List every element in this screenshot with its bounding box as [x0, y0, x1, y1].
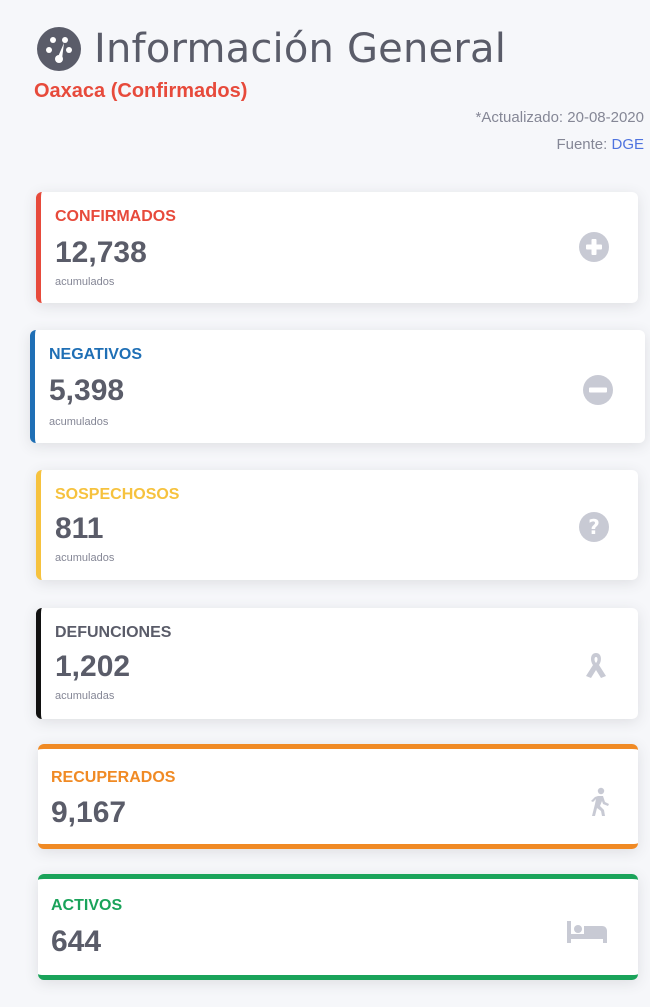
- card-label: NEGATIVOS: [49, 346, 143, 363]
- page-subtitle: Oaxaca (Confirmados): [34, 80, 248, 102]
- source-line: Fuente: DGE: [476, 131, 644, 158]
- plus-circle-icon: [579, 232, 609, 262]
- page-header: Información General: [34, 26, 506, 72]
- suspected-card: SOSPECHOSOS 811 acumulados ?: [36, 470, 638, 580]
- minus-circle-icon: [583, 375, 613, 405]
- active-card: ACTIVOS 644: [38, 874, 638, 980]
- source-label: Fuente:: [556, 136, 612, 153]
- bed-icon: [567, 921, 607, 943]
- page-title: Información General: [94, 26, 507, 72]
- card-note: acumulados: [49, 416, 109, 428]
- question-circle-icon: ?: [579, 512, 609, 542]
- card-label: CONFIRMADOS: [55, 208, 176, 225]
- dashboard-icon: [37, 27, 81, 71]
- card-note: acumuladas: [55, 690, 115, 702]
- negative-card: NEGATIVOS 5,398 acumulados: [30, 330, 645, 443]
- source-link[interactable]: DGE: [611, 136, 644, 153]
- deaths-card: DEFUNCIONES 1,202 acumuladas: [36, 608, 638, 719]
- walking-person-icon: [591, 787, 609, 816]
- card-value: 5,398: [49, 374, 125, 407]
- updated-date: *Actualizado: 20-08-2020: [475, 109, 644, 126]
- card-label: SOSPECHOSOS: [55, 486, 180, 503]
- card-note: acumulados: [55, 552, 115, 564]
- update-info: *Actualizado: 20-08-2020 Fuente: DGE: [476, 104, 644, 158]
- card-value: 1,202: [55, 650, 131, 683]
- card-value: 12,738: [55, 236, 147, 269]
- ribbon-icon: [586, 653, 606, 678]
- card-value: 9,167: [51, 796, 127, 829]
- card-label: DEFUNCIONES: [55, 624, 172, 641]
- svg-text:?: ?: [588, 515, 600, 539]
- confirmed-card: CONFIRMADOS 12,738 acumulados: [36, 192, 638, 303]
- card-value: 644: [51, 925, 102, 958]
- card-label: RECUPERADOS: [51, 769, 176, 786]
- recovered-card: RECUPERADOS 9,167: [38, 744, 638, 849]
- card-note: acumulados: [55, 276, 115, 288]
- card-label: ACTIVOS: [51, 897, 123, 914]
- card-value: 811: [55, 512, 104, 545]
